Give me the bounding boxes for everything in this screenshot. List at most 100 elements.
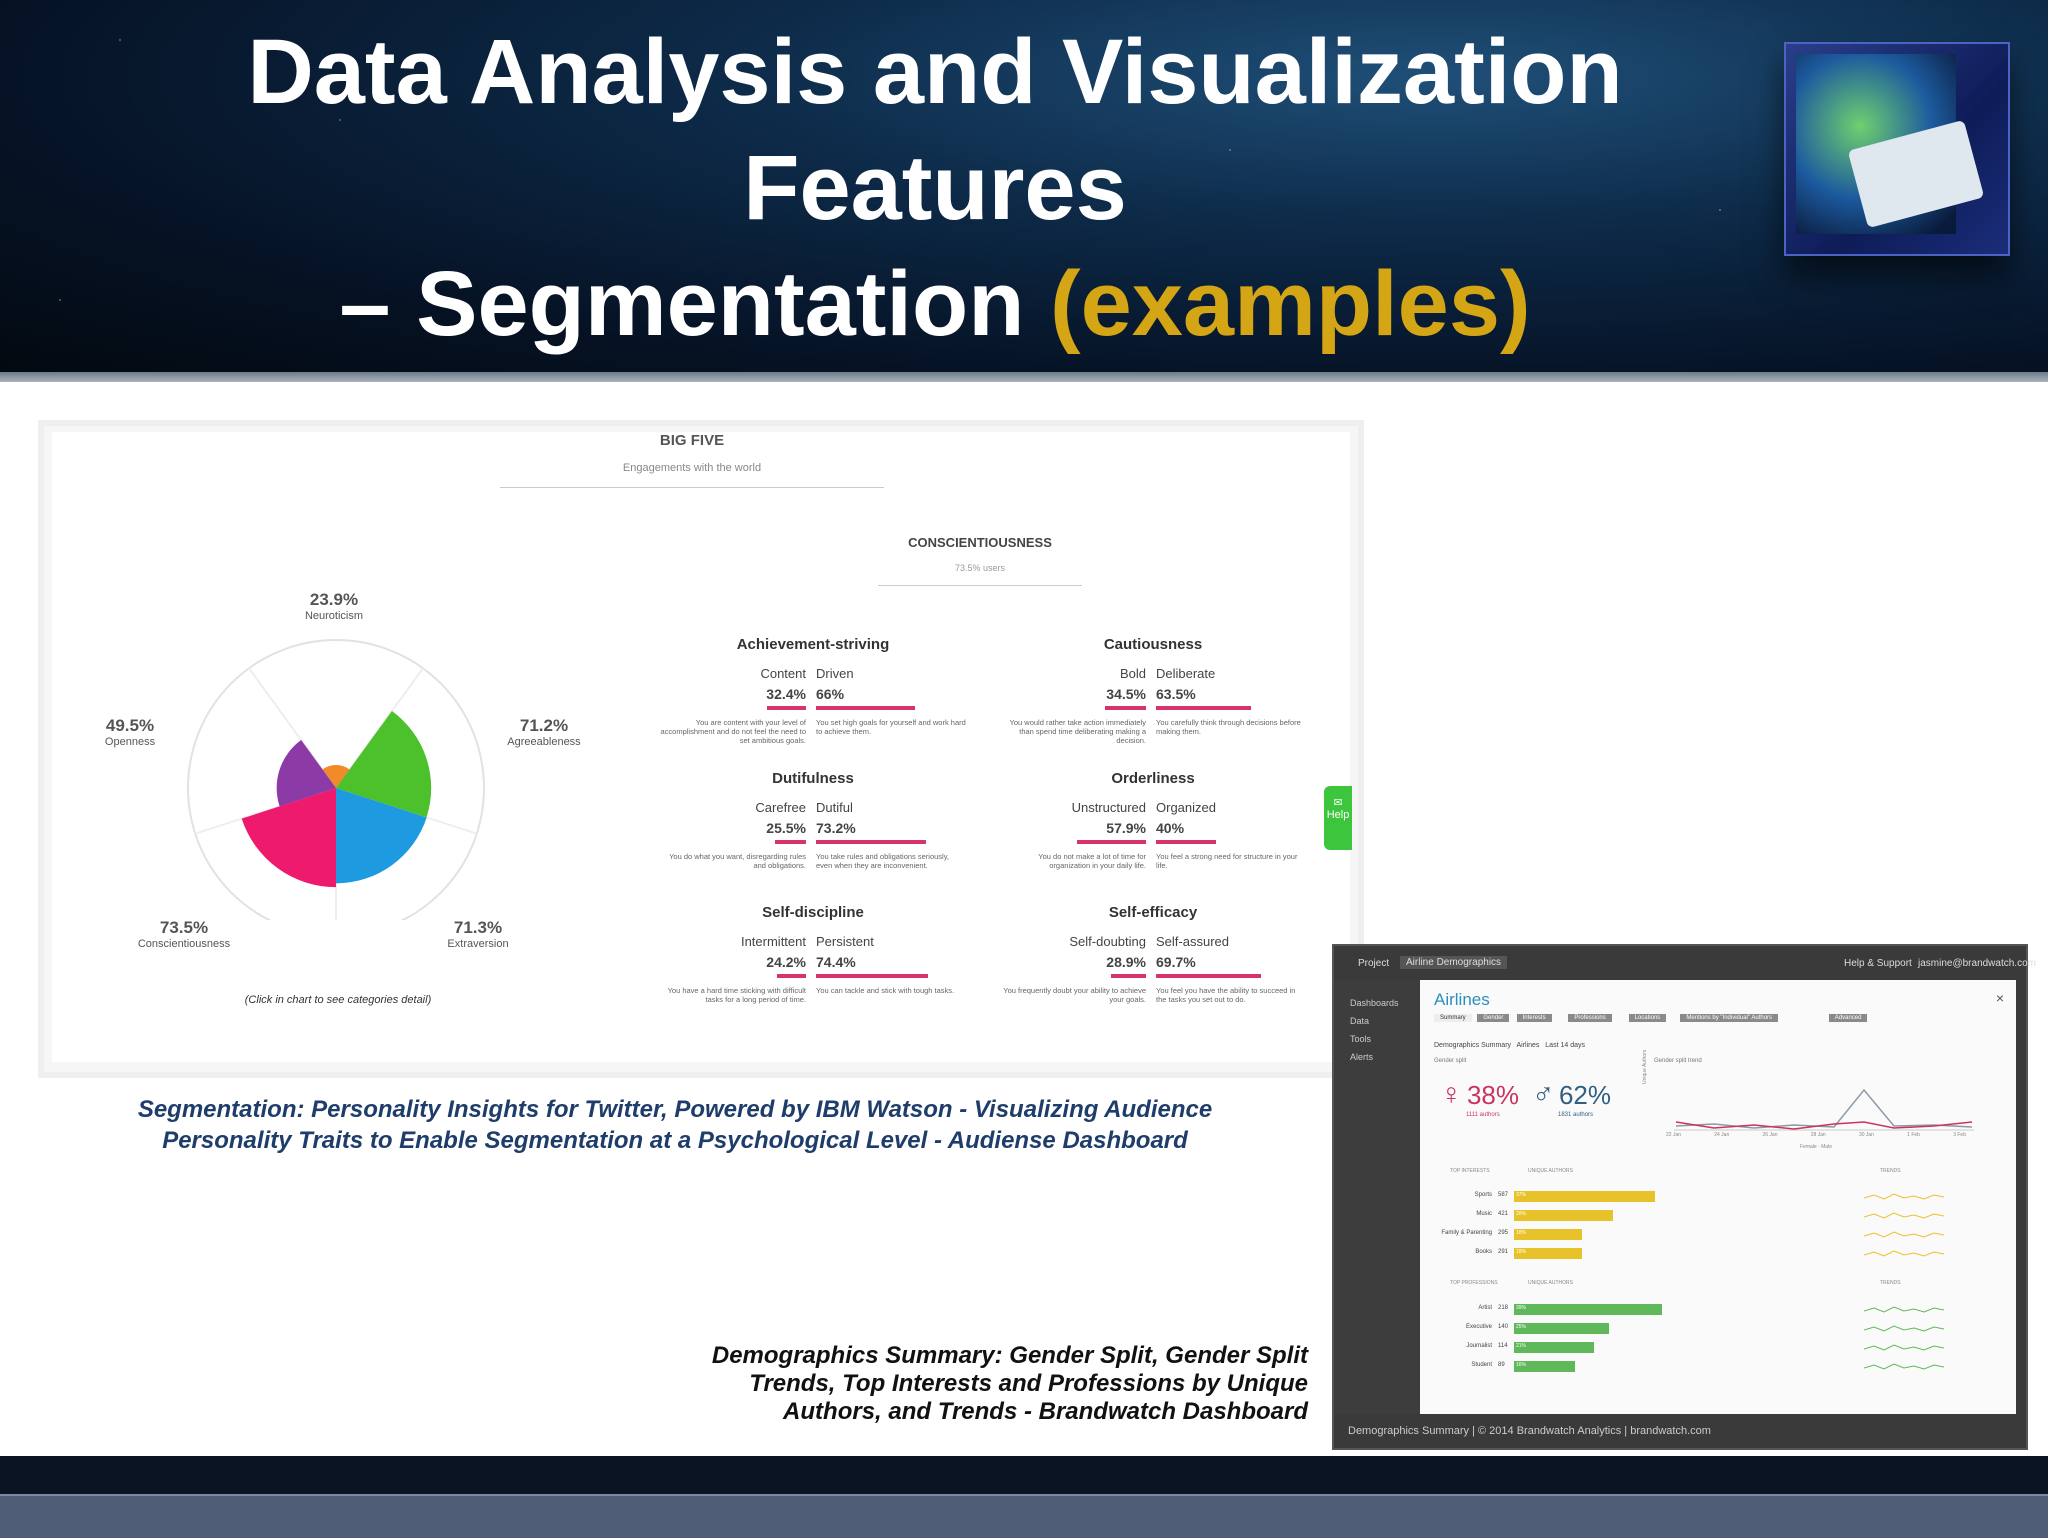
slide-title-line2: Features xyxy=(743,137,1127,239)
slide-title-line3: – Segmentation (examples) xyxy=(60,246,1810,362)
big-five-radial-chart[interactable] xyxy=(160,620,520,920)
item-count: 89 xyxy=(1498,1362,1505,1368)
professions-header: TOP PROFESSIONS xyxy=(1450,1280,1498,1286)
female-percent: 38% xyxy=(1466,1080,1519,1110)
nav-tools[interactable]: Tools xyxy=(1350,1034,1371,1044)
facet-left-bar xyxy=(777,974,806,978)
facet-left-bar xyxy=(1105,706,1146,710)
tab-gender[interactable]: Gender xyxy=(1477,1014,1510,1022)
user-menu[interactable]: jasmine@brandwatch.com xyxy=(1918,958,2036,969)
big-five-title: BIG FIVE xyxy=(659,432,725,449)
radial-wedges[interactable] xyxy=(241,711,432,888)
female-authors: 1111 authors xyxy=(1466,1112,1500,1118)
filter-range[interactable]: Last 14 days xyxy=(1545,1042,1585,1049)
list-item[interactable]: Artist 218 39% xyxy=(1420,1303,1980,1317)
trait-label-agreeableness[interactable]: 71.2% Agreeableness xyxy=(494,716,594,748)
facet-self-efficacy: Self-efficacy Self-doubting Self-assured 28… xyxy=(988,904,1318,1024)
trait-label-openness[interactable]: 49.5% Openness xyxy=(80,716,180,748)
item-name: Student xyxy=(1471,1362,1492,1368)
help-support-link[interactable]: Help & Support xyxy=(1844,958,1912,969)
footer-stripe xyxy=(0,1494,2048,1538)
facet-self-discipline: Self-discipline Intermittent Persistent 24.… xyxy=(648,904,978,1024)
list-item[interactable]: Family & Parenting 295 18% xyxy=(1420,1228,1980,1242)
facet-left-label: Carefree xyxy=(755,800,806,815)
trend-x-tick: 30 Jan xyxy=(1858,1132,1874,1138)
list-item[interactable]: Sports 587 37% xyxy=(1420,1190,1980,1204)
trait-name: Conscientiousness xyxy=(137,938,231,950)
trend-legend: Female · Male xyxy=(1800,1144,1832,1150)
female-split: ♀ 38% 1111 authors xyxy=(1440,1078,1519,1118)
item-percent: 25% xyxy=(1516,1324,1527,1330)
facet-right-label: Self-assured xyxy=(1156,934,1229,949)
item-bar xyxy=(1514,1191,1655,1202)
item-count: 114 xyxy=(1498,1343,1508,1349)
facet-left-description: You do what you want, disregarding rules… xyxy=(669,852,806,870)
facet-left-bar xyxy=(1077,840,1146,844)
segmentation-caption-line1: Segmentation: Personality Insights for T… xyxy=(137,1096,1213,1123)
facet-left-label: Bold xyxy=(1119,666,1146,681)
list-item[interactable]: Music 421 26% xyxy=(1420,1209,1980,1223)
trait-label-neuroticism[interactable]: 23.9% Neuroticism xyxy=(284,590,384,622)
nav-dashboards[interactable]: Dashboards xyxy=(1350,998,1399,1008)
facet-right-description: You carefully think through decisions be… xyxy=(1156,718,1301,736)
list-item[interactable]: Student 89 16% xyxy=(1420,1360,1980,1374)
item-percent: 39% xyxy=(1516,1305,1527,1311)
item-name: Artist xyxy=(1478,1305,1492,1311)
facet-right-value: 63.5% xyxy=(1156,686,1196,702)
tab-mentions-by-individual-authors[interactable]: Mentions by "Individual" Authors xyxy=(1680,1014,1779,1022)
close-icon[interactable]: × xyxy=(1996,990,2004,1006)
trait-name: Agreeableness xyxy=(507,736,581,748)
facet-right-value: 40% xyxy=(1156,820,1185,836)
facet-orderliness: Orderliness Unstructured Organized 57.9% 40%… xyxy=(988,770,1318,890)
nav-alerts[interactable]: Alerts xyxy=(1350,1052,1373,1062)
filter-query[interactable]: Airlines xyxy=(1516,1042,1539,1049)
help-tab-button[interactable]: ✉ Help xyxy=(1324,786,1352,850)
professions-trends-header: TRENDS xyxy=(1880,1280,1901,1286)
facet-left-description: You have a hard time sticking with diffi… xyxy=(667,986,806,1004)
chat-icon: ✉ xyxy=(1333,797,1343,809)
facet-left-description: You are content with your level of accom… xyxy=(660,718,806,745)
slide-header: Data Analysis and Visualization Features… xyxy=(0,0,2048,382)
trait-value: 71.3% xyxy=(453,918,503,937)
dashboard-title: Airlines xyxy=(1434,990,1490,1009)
tab-interests[interactable]: Interests xyxy=(1516,1014,1552,1022)
facet-title: Cautiousness xyxy=(1103,636,1203,653)
facet-right-label: Organized xyxy=(1156,800,1216,815)
facet-right-label: Deliberate xyxy=(1156,666,1216,681)
tab-advanced[interactable]: Advanced xyxy=(1828,1014,1868,1022)
nav-data[interactable]: Data xyxy=(1350,1016,1369,1026)
facet-right-bar xyxy=(816,974,928,978)
trend-x-tick: 22 Jan xyxy=(1666,1132,1682,1138)
list-item[interactable]: Books 291 18% xyxy=(1420,1247,1980,1261)
data-cube-illustration xyxy=(1784,42,2010,256)
project-selector[interactable]: Airline Demographics xyxy=(1400,956,1508,969)
list-item[interactable]: Executive 140 25% xyxy=(1420,1322,1980,1336)
trend-x-tick: 24 Jan xyxy=(1714,1132,1730,1138)
tab-summary[interactable]: Summary xyxy=(1434,1014,1472,1022)
facet-left-bar xyxy=(1111,974,1146,978)
facet-left-bar xyxy=(767,706,806,710)
item-name: Music xyxy=(1476,1211,1492,1217)
facet-left-value: 34.5% xyxy=(1106,686,1146,702)
big-five-subtitle: Engagements with the world xyxy=(622,462,762,474)
item-name: Books xyxy=(1475,1249,1492,1255)
chart-click-hint: (Click in chart to see categories detail… xyxy=(244,994,432,1006)
list-item[interactable]: Journalist 114 21% xyxy=(1420,1341,1980,1355)
big-five-divider xyxy=(500,487,884,488)
facet-cautiousness: Cautiousness Bold Deliberate 34.5% 63.5% You … xyxy=(988,636,1318,756)
item-count: 421 xyxy=(1498,1211,1509,1217)
trait-label-extraversion[interactable]: 71.3% Extraversion xyxy=(428,918,528,950)
facet-right-description: You feel a strong need for structure in … xyxy=(1156,852,1298,870)
trait-label-conscientiousness[interactable]: 73.5% Conscientiousness xyxy=(124,918,244,950)
tab-professions[interactable]: Professions xyxy=(1568,1014,1612,1022)
trait-value: 73.5% xyxy=(159,918,209,937)
item-bar xyxy=(1514,1304,1662,1315)
facet-achievement-striving: Achievement-striving Content Driven 32.4% 66… xyxy=(648,636,978,756)
facet-dutifulness: Dutifulness Carefree Dutiful 25.5% 73.2% You … xyxy=(648,770,978,890)
legend-male: Male xyxy=(1821,1144,1832,1150)
tab-locations[interactable]: Locations xyxy=(1628,1014,1667,1022)
filter-dashboard[interactable]: Demographics Summary xyxy=(1434,1042,1511,1049)
item-count: 587 xyxy=(1498,1192,1509,1198)
facet-title: Dutifulness xyxy=(772,770,854,787)
trend-y-label: Unique Authors xyxy=(1642,1049,1648,1084)
